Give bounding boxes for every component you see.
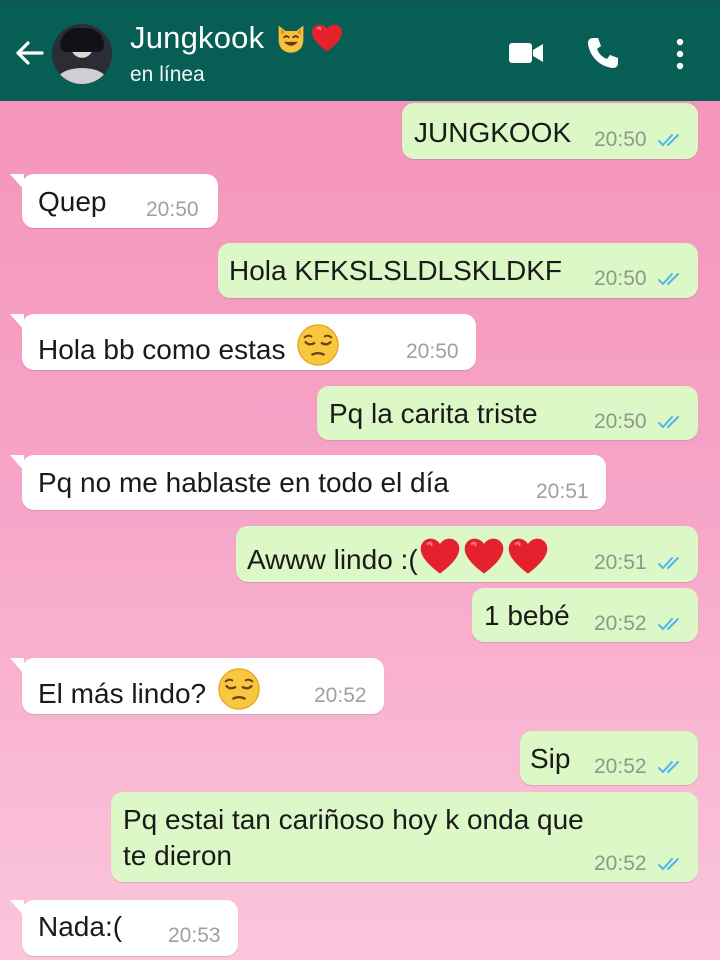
read-receipt-ticks-icon — [658, 555, 684, 571]
message-time: 20:50 — [594, 267, 647, 290]
message-bubble-outgoing[interactable]: JUNGKOOK 20:50 — [402, 103, 698, 159]
message-text-content: Awww lindo :( — [247, 544, 418, 575]
read-receipt-ticks-icon — [658, 759, 684, 775]
message-text: Pq la carita triste — [329, 398, 538, 429]
video-call-icon[interactable] — [508, 40, 544, 66]
red-heart-emoji — [310, 22, 344, 54]
message-time: 20:52 — [594, 755, 647, 778]
avatar-hair — [60, 28, 104, 52]
more-vert-icon[interactable] — [670, 36, 690, 72]
arrow-left-icon[interactable] — [12, 35, 48, 71]
contact-info[interactable]: Jungkook en línea — [130, 20, 344, 89]
message-time: 20:51 — [536, 480, 589, 503]
contact-status: en línea — [130, 63, 205, 86]
pensive-face-emoji — [297, 324, 339, 366]
message-text: El más lindo? — [38, 668, 260, 712]
red-heart-emoji — [462, 536, 506, 576]
message-time: 20:52 — [594, 612, 647, 635]
message-text: Quep — [38, 186, 107, 217]
message-text-content: Hola bb como estas — [38, 334, 286, 365]
message-bubble-outgoing[interactable]: Hola KFKSLSLDLSKLDKF 20:50 — [218, 243, 698, 298]
message-time: 20:53 — [168, 924, 221, 947]
cat-face-emoji — [278, 25, 304, 53]
message-bubble-outgoing[interactable]: Sip 20:52 — [520, 731, 698, 785]
message-bubble-incoming[interactable]: El más lindo? 20:52 — [10, 658, 384, 714]
message-text: Awww lindo :( — [247, 536, 550, 578]
message-text-line2: te dieron — [123, 840, 232, 871]
contact-name-line[interactable]: Jungkook — [130, 20, 344, 56]
message-bubble-outgoing[interactable]: 1 bebé 20:52 — [472, 588, 698, 642]
message-bubble-incoming[interactable]: Nada:( 20:53 — [10, 900, 238, 956]
read-receipt-ticks-icon — [658, 856, 684, 872]
message-time: 20:50 — [146, 198, 199, 221]
message-time: 20:50 — [406, 340, 459, 363]
read-receipt-ticks-icon — [658, 132, 684, 148]
avatar[interactable] — [52, 24, 112, 84]
message-time: 20:51 — [594, 551, 647, 574]
message-text: Nada:( — [38, 911, 123, 942]
message-bubble-incoming[interactable]: Pq no me hablaste en todo el día 20:51 — [10, 455, 606, 510]
red-heart-emoji — [506, 536, 550, 576]
message-text-line1: Pq estai tan cariñoso hoy k onda que — [123, 804, 584, 835]
message-time: 20:50 — [594, 410, 647, 433]
read-receipt-ticks-icon — [658, 414, 684, 430]
contact-name[interactable]: Jungkook — [130, 20, 264, 56]
message-bubble-outgoing[interactable]: Pq la carita triste 20:50 — [317, 386, 698, 440]
message-bubble-incoming[interactable]: Quep 20:50 — [10, 174, 218, 228]
message-text-content: El más lindo? — [38, 678, 207, 709]
message-text: 1 bebé — [484, 600, 570, 631]
message-text: JUNGKOOK — [414, 117, 572, 148]
message-time: 20:50 — [594, 128, 647, 151]
message-bubble-outgoing[interactable]: Awww lindo :( 20:51 — [236, 526, 698, 582]
message-text: Sip — [530, 743, 571, 774]
message-text: Pq no me hablaste en todo el día — [38, 467, 449, 498]
avatar-shirt — [58, 68, 106, 84]
pensive-face-emoji — [218, 668, 260, 710]
message-time: 20:52 — [594, 852, 647, 875]
read-receipt-ticks-icon — [658, 271, 684, 287]
read-receipt-ticks-icon — [658, 616, 684, 632]
red-heart-emoji — [418, 536, 462, 576]
message-bubble-outgoing[interactable]: Pq estai tan cariñoso hoy k onda que te … — [111, 792, 698, 882]
message-bubble-incoming[interactable]: Hola bb como estas 20:50 — [10, 314, 476, 370]
phone-icon[interactable] — [586, 36, 620, 70]
message-text: Hola bb como estas — [38, 324, 339, 368]
chat-header: Jungkook en línea — [0, 6, 720, 101]
message-text: Hola KFKSLSLDLSKLDKF — [229, 255, 563, 286]
message-time: 20:52 — [314, 684, 367, 707]
